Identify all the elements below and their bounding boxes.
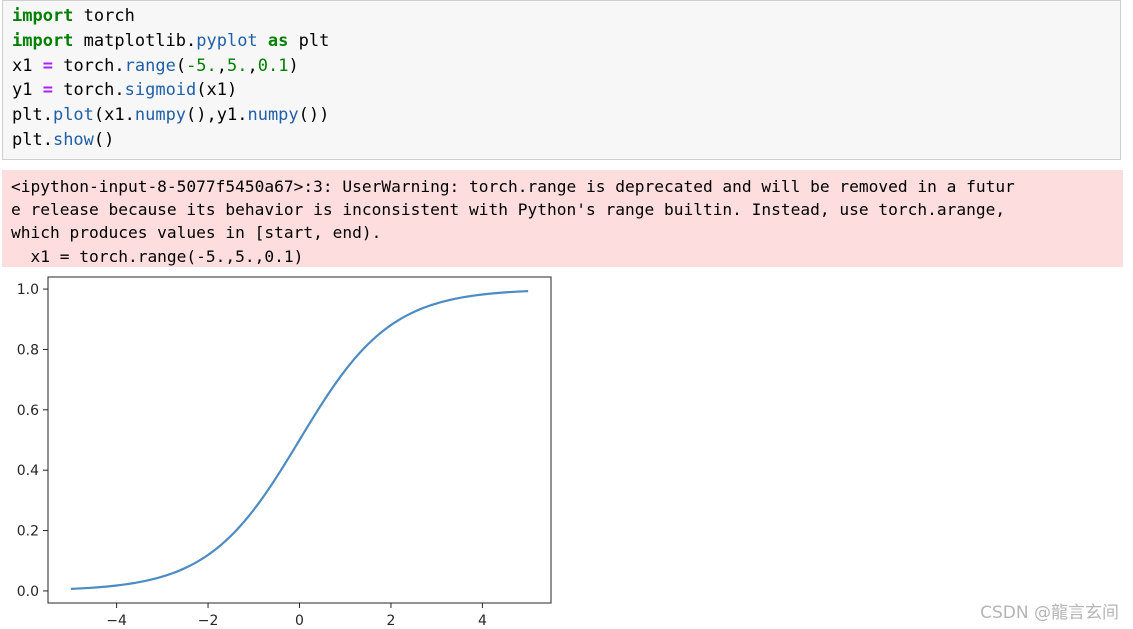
warning-line-3: which produces values in [start, end). [11,223,382,243]
x-tick-label: −4 [106,613,127,629]
code-line-6: plt.show() [12,129,115,150]
code-line-5: plt.plot(x1.numpy(),y1.numpy()) [12,105,330,126]
x-tick-label: 4 [478,613,487,629]
y-tick-label: 0.6 [17,403,39,419]
y-tick-label: 0.8 [17,342,39,358]
code-editor[interactable]: import torch import matplotlib.pyplot as… [12,4,329,153]
code-line-4: y1 = torch.sigmoid(x1) [12,80,238,101]
x-axis: −4 −2 0 2 4 [106,603,487,629]
warning-text: <ipython-input-8-5077f5450a67>:3: UserWa… [11,175,1015,268]
warning-line-4: x1 = torch.range(-5.,5.,0.1) [11,246,304,266]
y-tick-label: 1.0 [17,282,39,298]
y-axis: 0.0 0.2 0.4 0.6 0.8 1.0 [17,282,48,600]
sigmoid-plot: 0.0 0.2 0.4 0.6 0.8 1.0 −4 −2 0 2 4 [17,276,552,629]
warning-line-2: e release because its behavior is incons… [11,200,1006,220]
x-tick-label: 0 [295,613,304,629]
code-cell[interactable]: import torch import matplotlib.pyplot as… [2,0,1121,160]
sigmoid-line [70,289,529,591]
code-line-1: import torch [12,6,135,26]
warning-line-1: <ipython-input-8-5077f5450a67>:3: UserWa… [11,177,1015,196]
y-tick-label: 0.0 [17,584,39,600]
code-line-3: x1 = torch.range(-5.,5.,0.1) [12,55,299,76]
stderr-warning-output: <ipython-input-8-5077f5450a67>:3: UserWa… [2,170,1123,267]
x-tick-label: 2 [386,613,395,629]
y-tick-label: 0.4 [17,463,39,479]
x-tick-label: −2 [198,613,219,629]
code-line-2: import matplotlib.pyplot as plt [12,30,330,51]
y-tick-label: 0.2 [17,524,39,540]
watermark: CSDN @龍言玄间 [980,603,1119,623]
